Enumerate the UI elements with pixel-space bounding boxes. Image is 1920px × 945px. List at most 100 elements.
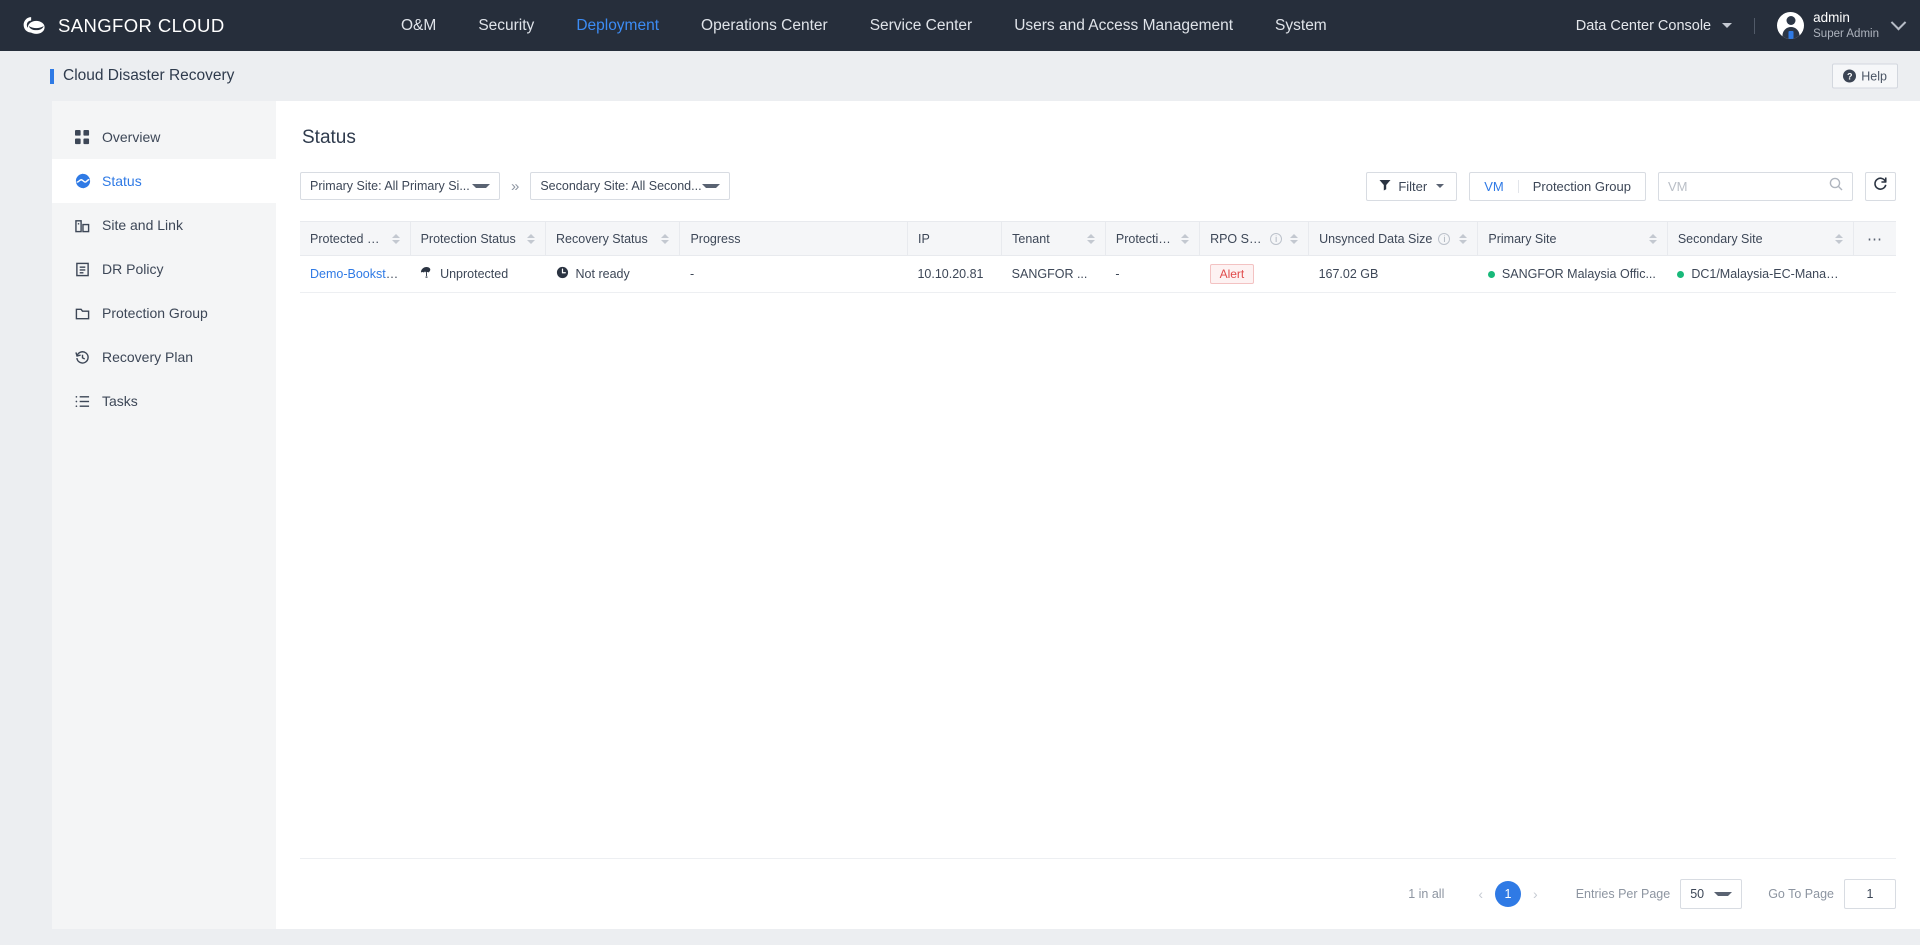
column-header-ip: IP: [907, 221, 1003, 256]
sidebar-item-tasks[interactable]: Tasks: [52, 379, 276, 423]
page-number-1[interactable]: 1: [1495, 881, 1522, 907]
sidebar-item-dr-policy[interactable]: DR Policy: [52, 247, 276, 291]
prev-page-button[interactable]: ‹: [1466, 886, 1495, 902]
help-button[interactable]: ? Help: [1832, 63, 1898, 89]
sidebar-item-status[interactable]: Status: [52, 159, 276, 203]
sort-toggle-icon[interactable]: [384, 233, 400, 244]
column-label: Progress: [690, 231, 741, 246]
sort-toggle-icon[interactable]: [519, 233, 536, 244]
sidebar-item-recovery-plan[interactable]: Recovery Plan: [52, 335, 276, 379]
sort-toggle-icon[interactable]: [653, 233, 670, 244]
nav-item-service-center[interactable]: Service Center: [849, 0, 994, 51]
column-label: Protection...: [1115, 231, 1173, 246]
breadcrumb-text: Cloud Disaster Recovery: [63, 67, 235, 84]
filter-button[interactable]: Filter: [1366, 171, 1458, 201]
sidebar-item-label: Site and Link: [102, 217, 183, 233]
pagination-divider: [300, 858, 1896, 859]
ellipsis-icon[interactable]: ⋯: [1867, 230, 1883, 248]
column-header-protected-vm[interactable]: Protected VM: [300, 221, 411, 256]
recovery-status-value: Not ready: [575, 267, 630, 281]
info-icon[interactable]: i: [1270, 232, 1283, 245]
refresh-button[interactable]: [1865, 171, 1896, 201]
next-page-button[interactable]: ›: [1521, 886, 1550, 902]
primary-site-filter-value: Primary Site: All Primary Si...: [310, 179, 470, 193]
column-header-unsynced-data-size[interactable]: Unsynced Data Size i: [1308, 221, 1479, 256]
user-info[interactable]: admin Super Admin: [1813, 10, 1879, 41]
sidebar-item-protection-group[interactable]: Protection Group: [52, 291, 276, 335]
data-center-console-selector[interactable]: Data Center Console: [1576, 18, 1733, 34]
sidebar-item-label: Status: [102, 173, 142, 189]
nav-item-security[interactable]: Security: [457, 0, 555, 51]
cell-unsynced-data-size: 167.02 GB: [1308, 255, 1478, 293]
column-header-protection-status[interactable]: Protection Status: [410, 221, 547, 256]
secondary-site-value: DC1/Malaysia-EC-Manage...: [1691, 267, 1844, 281]
column-label: RPO Status: [1210, 231, 1264, 246]
sidebar-item-label: Protection Group: [102, 305, 208, 321]
go-to-page-input[interactable]: 1: [1844, 879, 1896, 909]
cell-secondary-site: DC1/Malaysia-EC-Manage...: [1667, 255, 1854, 293]
filter-label: Filter: [1398, 178, 1428, 194]
list-icon: [74, 393, 91, 410]
entries-per-page-select[interactable]: 50: [1680, 879, 1743, 909]
cell-protection-status: Unprotected: [410, 255, 546, 293]
nav-item-om[interactable]: O&M: [380, 0, 457, 51]
chevron-down-icon: [1436, 184, 1445, 188]
sidebar-item-overview[interactable]: Overview: [52, 115, 276, 159]
nav-item-operations-center[interactable]: Operations Center: [680, 0, 849, 51]
brand[interactable]: SANGFOR CLOUD: [0, 13, 380, 39]
chevron-down-icon: [1722, 23, 1733, 28]
avatar-badge-icon: [1788, 31, 1794, 39]
primary-site-filter-select[interactable]: Primary Site: All Primary Si...: [300, 172, 500, 200]
sort-toggle-icon[interactable]: [1173, 233, 1190, 244]
cell-progress: -: [679, 255, 908, 293]
sub-header: Cloud Disaster Recovery ? Help: [0, 51, 1920, 101]
column-header-tenant[interactable]: Tenant: [1001, 221, 1106, 256]
table-header-row: Protected VM Protection Status Recovery …: [300, 221, 1896, 256]
segment-protection-group[interactable]: Protection Group: [1519, 173, 1645, 200]
column-header-secondary-site[interactable]: Secondary Site: [1667, 221, 1855, 256]
cell-ip: 10.10.20.81: [907, 255, 1002, 293]
column-label: Primary Site: [1488, 231, 1557, 246]
site-link-icon: [74, 217, 91, 234]
sort-toggle-icon[interactable]: [1451, 233, 1468, 244]
help-label: Help: [1861, 69, 1887, 83]
primary-site-value: SANGFOR Malaysia Offic...: [1501, 267, 1656, 281]
info-icon[interactable]: i: [1438, 232, 1451, 245]
column-header-rpo-status[interactable]: RPO Status i: [1199, 221, 1310, 256]
column-label: Recovery Status: [556, 231, 648, 246]
column-header-primary-site[interactable]: Primary Site: [1477, 221, 1668, 256]
table-header: Protected VM Protection Status Recovery …: [300, 221, 1896, 256]
segment-vm[interactable]: VM: [1470, 173, 1518, 200]
sort-toggle-icon[interactable]: [1079, 233, 1095, 244]
sort-toggle-icon[interactable]: [1827, 233, 1844, 244]
column-label: Secondary Site: [1677, 231, 1763, 246]
sort-toggle-icon[interactable]: [1282, 233, 1299, 244]
search-input[interactable]: [1668, 178, 1829, 194]
nav-item-system[interactable]: System: [1254, 0, 1348, 51]
secondary-site-filter-select[interactable]: Secondary Site: All Second...: [530, 172, 731, 200]
column-label: IP: [917, 231, 930, 246]
cell-recovery-status: Not ready: [545, 255, 680, 293]
column-header-protection-policy[interactable]: Protection...: [1105, 221, 1201, 256]
column-header-recovery-status[interactable]: Recovery Status: [545, 221, 681, 256]
breadcrumb-accent-bar: [50, 68, 54, 84]
status-sync-icon: [74, 173, 91, 190]
nav-item-deployment[interactable]: Deployment: [555, 0, 680, 51]
nav-item-users-and-access-management[interactable]: Users and Access Management: [993, 0, 1254, 51]
table-row[interactable]: Demo-BookstoreApp Unprotected: [300, 255, 1896, 293]
policy-doc-icon: [74, 261, 91, 278]
column-header-more-options[interactable]: ⋯: [1853, 221, 1896, 256]
sort-toggle-icon[interactable]: [1641, 233, 1657, 244]
search-box[interactable]: [1658, 171, 1853, 201]
protected-vm-link[interactable]: Demo-BookstoreApp: [310, 267, 410, 281]
question-mark-icon: ?: [1843, 69, 1857, 83]
content-panel: Status Primary Site: All Primary Si... »…: [276, 101, 1920, 929]
sidebar-item-label: DR Policy: [102, 261, 164, 277]
sidebar-item-site-and-link[interactable]: Site and Link: [52, 203, 276, 247]
primary-nav: O&M Security Deployment Operations Cente…: [380, 0, 1348, 51]
secondary-site-filter-value: Secondary Site: All Second...: [540, 179, 702, 193]
user-menu-chevron-down-icon[interactable]: [1890, 14, 1907, 31]
avatar[interactable]: [1777, 12, 1805, 39]
entity-type-segmented-control: VM Protection Group: [1469, 171, 1646, 201]
search-icon[interactable]: [1829, 177, 1843, 196]
